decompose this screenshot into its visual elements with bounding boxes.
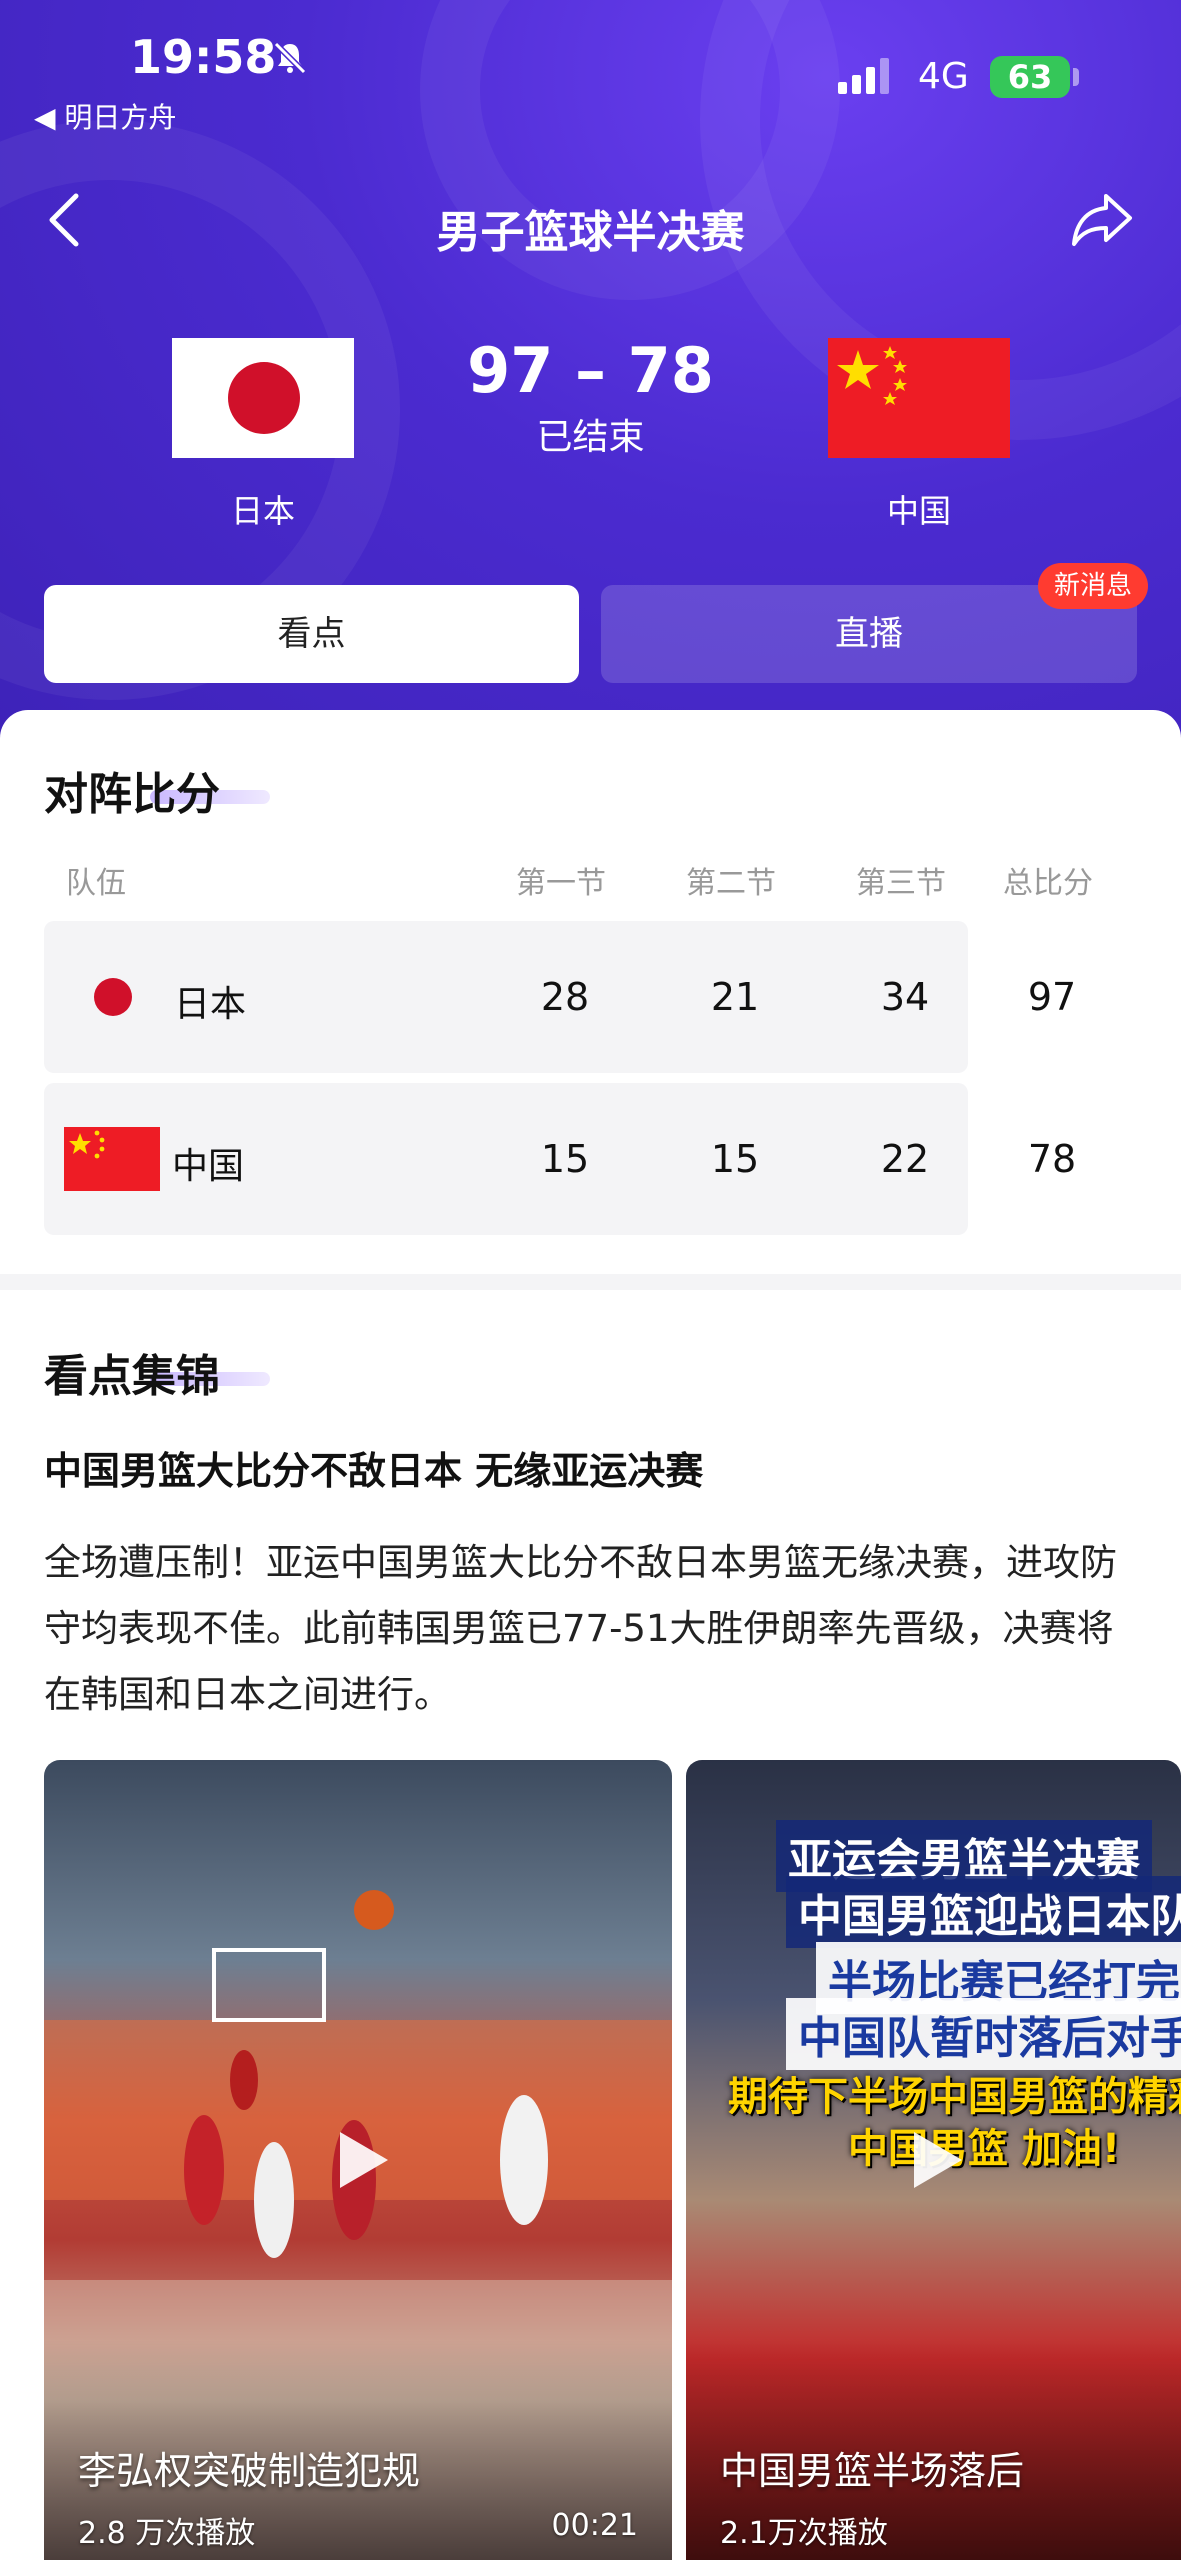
row-q1: 28 — [540, 975, 590, 1019]
tab-highlights[interactable]: 看点 — [44, 585, 579, 683]
highlights-title: 看点集锦 — [44, 1351, 220, 1402]
row-team: 日本 — [174, 984, 247, 1025]
signal-icon — [838, 58, 889, 94]
home-team-name: 日本 — [230, 492, 295, 530]
row-q3: 34 — [880, 975, 930, 1019]
video-duration: 00:21 — [551, 2508, 638, 2543]
new-message-badge: 新消息 — [1038, 563, 1149, 609]
header-total: 总比分 — [1003, 866, 1093, 901]
page-title: 男子篮球半决赛 — [436, 207, 745, 258]
battery-level: 63 — [1007, 58, 1053, 96]
battery-icon: 63 — [990, 56, 1070, 98]
back-to-app-link[interactable]: ◀ 明日方舟 — [34, 96, 176, 136]
video-views: 2.8 万次播放 — [78, 2516, 256, 2551]
row-total: 97 — [1027, 975, 1077, 1019]
away-team-name: 中国 — [886, 492, 951, 530]
news-summary: 全场遭压制！亚运中国男篮大比分不敌日本男篮无缘决赛，进攻防守均表现不佳。此前韩国… — [44, 1541, 1117, 1716]
video-views: 2.1万次播放 — [720, 2516, 888, 2551]
china-flag — [828, 338, 1010, 458]
network-type: 4G — [918, 56, 969, 97]
video-card[interactable]: 亚运会男篮半决赛 中国男篮迎战日本队 半场比赛已经打完 中国队暂时落后对手 期待… — [686, 1760, 1181, 2560]
video-card[interactable]: 李弘权突破制造犯规 2.8 万次播放 00:21 — [44, 1760, 672, 2560]
header-q1: 第一节 — [516, 866, 606, 901]
row-q1: 15 — [540, 1137, 590, 1181]
news-headline[interactable]: 中国男篮大比分不敌日本 无缘亚运决赛 — [44, 1440, 703, 1495]
share-icon[interactable] — [1070, 190, 1134, 250]
header-q3: 第三节 — [856, 866, 946, 901]
status-time: 19:58 — [130, 30, 277, 84]
row-team: 中国 — [172, 1146, 245, 1187]
video-overlay-text: 中国男篮 加油! — [848, 2126, 1121, 2172]
header-q2: 第二节 — [686, 866, 776, 901]
row-q2: 21 — [710, 975, 760, 1019]
row-total: 78 — [1027, 1137, 1077, 1181]
china-mini-flag — [64, 1127, 160, 1191]
play-icon[interactable] — [318, 2120, 398, 2200]
header-team: 队伍 — [66, 866, 126, 901]
video-title: 中国男篮半场落后 — [720, 2449, 1025, 2493]
battery-cap — [1073, 68, 1079, 86]
match-header: 19:58 ◀ 明日方舟 4G 63 男子篮球半决赛 日本 97 – 78 已结… — [0, 0, 1181, 760]
row-q2: 15 — [710, 1137, 760, 1181]
japan-mini-flag — [94, 978, 132, 1016]
video-overlay-text: 中国男篮迎战日本队 — [786, 1876, 1181, 1948]
mute-bell-icon — [273, 41, 307, 75]
play-icon[interactable] — [892, 2120, 972, 2200]
row-q3: 22 — [880, 1137, 930, 1181]
video-title: 李弘权突破制造犯规 — [78, 2449, 421, 2493]
scoreboard-title: 对阵比分 — [44, 769, 220, 820]
